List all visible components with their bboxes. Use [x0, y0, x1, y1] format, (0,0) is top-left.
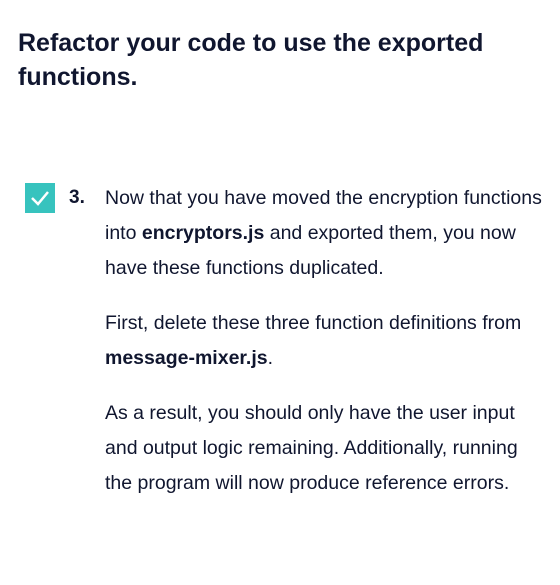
filename: encryptors.js [141, 222, 265, 244]
task-number: 3. [69, 187, 85, 208]
text: As a result, you should only have the us… [105, 402, 518, 494]
instruction-paragraph: First, delete these three function defin… [105, 306, 545, 376]
task-checkbox[interactable] [25, 183, 55, 213]
checkmark-icon [31, 191, 49, 206]
text: First, delete these three function defin… [105, 312, 522, 334]
text: . [267, 347, 274, 369]
filename: message-mixer.js [105, 347, 268, 369]
task-instructions: Now that you have moved the encryption f… [105, 181, 545, 521]
section-heading: Refactor your code to use the exported f… [18, 29, 484, 91]
instruction-paragraph: Now that you have moved the encryption f… [105, 181, 545, 286]
instruction-paragraph: As a result, you should only have the us… [105, 396, 545, 501]
